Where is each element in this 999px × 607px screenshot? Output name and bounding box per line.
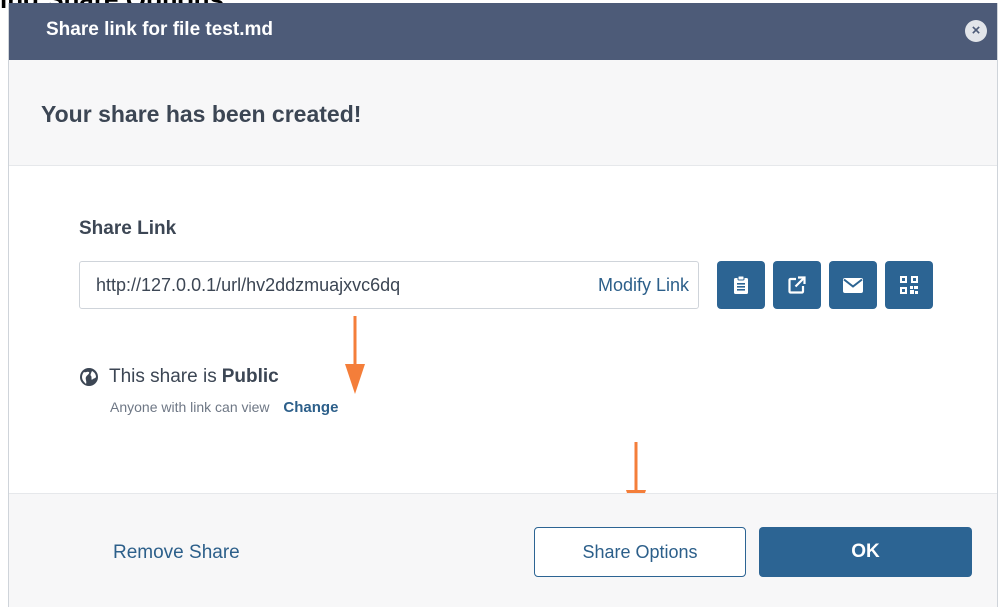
success-message: Your share has been created! xyxy=(41,101,362,127)
visibility-status: This share is Public xyxy=(79,366,279,388)
open-link-button[interactable] xyxy=(773,261,821,309)
qr-code-button[interactable] xyxy=(885,261,933,309)
share-dialog: Share link for file test.md × Your share… xyxy=(8,3,998,607)
qr-code-icon xyxy=(900,276,918,294)
share-link-field[interactable]: http://127.0.0.1/url/hv2ddzmuajxvc6dq Mo… xyxy=(79,261,699,309)
remove-share-button[interactable]: Remove Share xyxy=(113,542,240,564)
modify-link-button[interactable]: Modify Link xyxy=(598,275,689,296)
globe-icon xyxy=(79,367,99,387)
close-icon: × xyxy=(971,22,981,39)
annotation-arrow xyxy=(345,316,365,394)
ok-button[interactable]: OK xyxy=(759,527,972,577)
close-button[interactable]: × xyxy=(965,20,987,42)
external-link-icon xyxy=(788,276,806,294)
share-link-url: http://127.0.0.1/url/hv2ddzmuajxvc6dq xyxy=(96,275,401,295)
visibility-status-value: Public xyxy=(221,366,279,387)
visibility-description-row: Anyone with link can view Change xyxy=(110,399,338,416)
visibility-description: Anyone with link can view xyxy=(110,399,270,415)
dialog-body: Share Link http://127.0.0.1/url/hv2ddzmu… xyxy=(9,166,997,520)
share-link-label: Share Link xyxy=(79,218,177,239)
change-visibility-link[interactable]: Change xyxy=(283,399,338,416)
copy-link-button[interactable] xyxy=(717,261,765,309)
email-link-button[interactable] xyxy=(829,261,877,309)
dialog-footer: Remove Share Share Options OK xyxy=(9,493,997,607)
share-options-button[interactable]: Share Options xyxy=(534,527,746,577)
clipboard-icon xyxy=(734,276,748,294)
envelope-icon xyxy=(843,277,863,293)
dialog-titlebar: Share link for file test.md × xyxy=(9,3,997,60)
visibility-prefix: This share is xyxy=(109,366,217,387)
dialog-title: Share link for file test.md xyxy=(46,19,273,40)
success-header: Your share has been created! xyxy=(9,60,997,166)
